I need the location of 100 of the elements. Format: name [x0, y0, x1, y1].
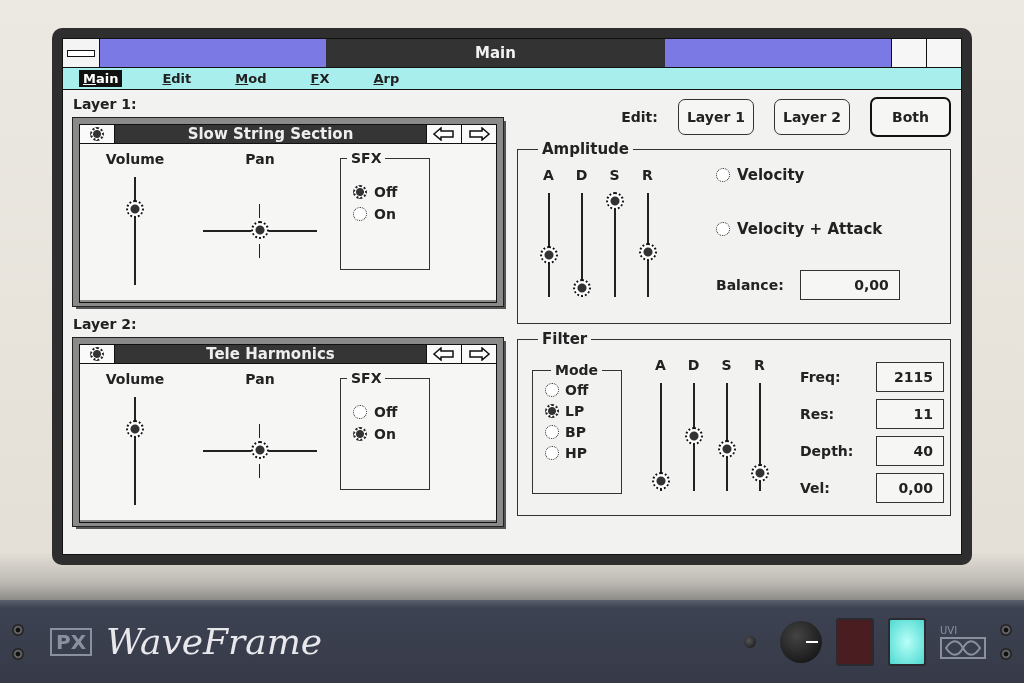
radio-option[interactable]: Off: [545, 382, 621, 398]
option-label: BP: [565, 424, 586, 440]
radio-icon[interactable]: [353, 405, 367, 419]
radio-option[interactable]: Off: [353, 404, 429, 420]
radio-option[interactable]: Velocity + Attack: [716, 220, 900, 238]
parameter-field[interactable]: 2115: [876, 362, 944, 392]
option-label: On: [374, 206, 396, 222]
edit-layer-button[interactable]: Both: [870, 97, 951, 137]
group-title: SFX: [350, 370, 383, 386]
right-arrow-icon: [468, 347, 490, 361]
radio-option[interactable]: HP: [545, 445, 621, 461]
radio-option[interactable]: BP: [545, 424, 621, 440]
radio-option[interactable]: On: [353, 206, 429, 222]
right-arrow-icon: [468, 127, 490, 141]
envelope-label: A: [543, 166, 554, 184]
group-title: Mode: [554, 362, 600, 378]
left-arrow-icon: [433, 127, 455, 141]
maximize-button[interactable]: [926, 39, 961, 67]
envelope-label: S: [609, 166, 620, 184]
slider-thumb[interactable]: [126, 200, 144, 219]
radio-icon[interactable]: [353, 185, 367, 199]
slider-thumb[interactable]: [651, 472, 670, 491]
screw-icon: [12, 647, 24, 660]
option-label: On: [374, 426, 396, 442]
slider-thumb[interactable]: [539, 246, 558, 265]
radio-icon[interactable]: [716, 168, 730, 182]
brand-label: UVI: [940, 624, 958, 636]
volume-label: Volume: [105, 370, 165, 388]
previous-button[interactable]: [426, 125, 461, 143]
radio-icon[interactable]: [80, 125, 115, 143]
radio-option[interactable]: Off: [353, 184, 429, 200]
radio-icon[interactable]: [545, 425, 559, 439]
slider-thumb[interactable]: [684, 426, 703, 445]
logo: PX: [50, 627, 93, 656]
slider-thumb[interactable]: [750, 463, 769, 482]
group-title: Filter: [541, 330, 589, 348]
slider-thumb[interactable]: [251, 441, 269, 459]
slider-thumb[interactable]: [638, 243, 657, 262]
slider-thumb[interactable]: [717, 439, 736, 458]
edit-layer-button[interactable]: Layer 1: [677, 99, 754, 135]
minimize-button[interactable]: [891, 39, 926, 67]
envelope-label: D: [687, 356, 700, 374]
option-label: Velocity + Attack: [737, 220, 883, 238]
parameter-label: Res:: [800, 405, 836, 423]
next-button[interactable]: [461, 125, 496, 143]
edit-label: Edit:: [621, 109, 658, 125]
radio-icon[interactable]: [353, 207, 367, 221]
indicator-light: [836, 617, 874, 666]
volume-label: Volume: [105, 150, 165, 168]
option-label: Off: [374, 184, 398, 200]
group-title: Amplitude: [541, 140, 631, 158]
menu-item[interactable]: Mod: [231, 70, 271, 87]
slider-thumb[interactable]: [572, 278, 591, 297]
layer-label: Layer 1:: [73, 95, 138, 114]
indicator-light: [888, 617, 926, 666]
slider-thumb[interactable]: [251, 221, 269, 239]
radio-icon[interactable]: [353, 427, 367, 441]
previous-button[interactable]: [426, 345, 461, 363]
radio-option[interactable]: Velocity: [716, 166, 900, 184]
envelope-label: R: [754, 356, 765, 374]
parameter-field[interactable]: 0,00: [876, 473, 944, 503]
option-label: HP: [565, 445, 587, 461]
menu-item[interactable]: Edit: [158, 70, 196, 87]
menu-item[interactable]: Arp: [369, 70, 404, 87]
radio-option[interactable]: LP: [545, 403, 621, 419]
slider-thumb[interactable]: [126, 420, 144, 439]
option-label: LP: [565, 403, 585, 419]
edit-layer-button[interactable]: Layer 2: [773, 99, 851, 135]
group-title: SFX: [350, 150, 383, 166]
screw-icon: [1000, 623, 1012, 636]
radio-icon[interactable]: [80, 345, 115, 363]
control-menu-button[interactable]: [63, 39, 100, 67]
patch-name: Tele Harmonics: [115, 345, 426, 363]
next-button[interactable]: [461, 345, 496, 363]
radio-icon[interactable]: [545, 446, 559, 460]
layer-label: Layer 2:: [73, 315, 138, 334]
patch-name: Slow String Section: [115, 125, 426, 143]
radio-option[interactable]: On: [353, 426, 429, 442]
window-title: Main: [326, 39, 665, 67]
pan-label: Pan: [245, 370, 275, 388]
radio-icon[interactable]: [716, 222, 730, 236]
menu-item[interactable]: Main: [79, 70, 123, 87]
radio-icon[interactable]: [545, 404, 559, 418]
parameter-field[interactable]: 11: [876, 399, 944, 429]
slider-thumb[interactable]: [605, 192, 624, 211]
balance-field[interactable]: 0,00: [799, 270, 900, 300]
pan-label: Pan: [245, 150, 275, 168]
parameter-label: Freq:: [800, 368, 842, 386]
balance-label: Balance:: [716, 276, 784, 294]
envelope-label: A: [655, 356, 666, 374]
option-label: Off: [374, 404, 398, 420]
left-arrow-icon: [433, 347, 455, 361]
menu-item[interactable]: FX: [306, 70, 334, 87]
parameter-field[interactable]: 40: [876, 436, 944, 466]
envelope-label: S: [721, 356, 732, 374]
screw-icon: [1000, 647, 1012, 660]
radio-icon[interactable]: [545, 383, 559, 397]
option-label: Off: [565, 382, 589, 398]
screw-icon: [12, 623, 24, 636]
product-name: WaveFrame: [106, 621, 323, 662]
